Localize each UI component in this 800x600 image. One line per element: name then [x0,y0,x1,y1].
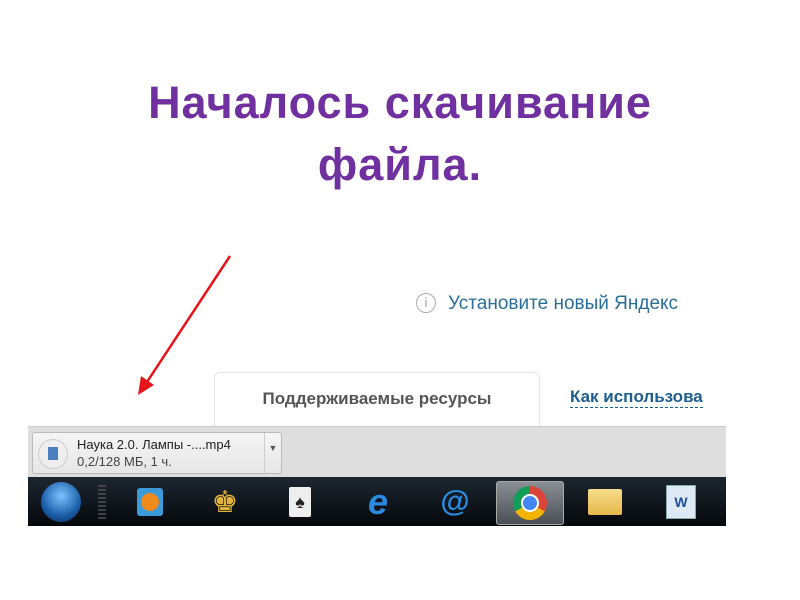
red-arrow [138,255,232,395]
